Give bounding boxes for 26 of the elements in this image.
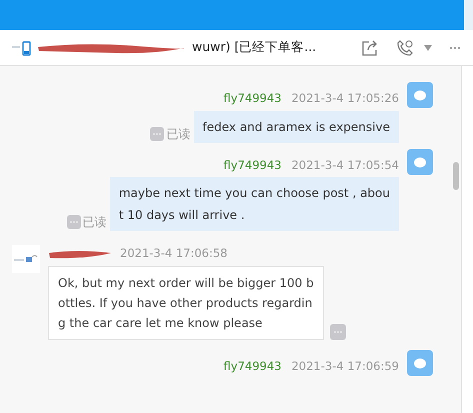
message-time: 2021-3-4 17:05:54 [291, 158, 399, 172]
scrollbar-thumb[interactable] [453, 162, 459, 190]
avatar [407, 148, 433, 174]
call-icon[interactable] [396, 38, 414, 56]
read-status: 已读 [166, 126, 190, 142]
more-icon[interactable] [66, 215, 81, 229]
message-bubble: maybe next time you can choose post , abou t 10 days will arrive . [110, 177, 399, 231]
chat-title: wuwr) [已经下单客... [192, 38, 316, 56]
message-bubble: Ok, but my next order will be bigger 100 b ottles. If you have other products regardin g the car care let me know please [48, 266, 324, 340]
share-icon[interactable] [360, 38, 378, 56]
sender-name: fly749943 [224, 158, 282, 172]
message-time: 2021-3-4 17:06:58 [120, 245, 228, 262]
avatar [407, 82, 433, 108]
message-time: 2021-3-4 17:06:59 [291, 358, 399, 372]
more-icon[interactable] [449, 46, 461, 50]
sender-name: fly749943 [224, 91, 282, 105]
phone-icon [12, 40, 32, 56]
more-icon[interactable] [150, 126, 164, 140]
caret-icon[interactable] [424, 44, 432, 50]
message-time: 2021-3-4 17:05:26 [291, 91, 399, 105]
avatar [407, 350, 433, 376]
read-status: 已读 [82, 214, 107, 231]
avatar [12, 245, 40, 273]
more-icon[interactable] [330, 324, 346, 340]
sender-name: fly749943 [224, 358, 282, 372]
message-bubble: fedex and aramex is expensive [194, 110, 399, 142]
